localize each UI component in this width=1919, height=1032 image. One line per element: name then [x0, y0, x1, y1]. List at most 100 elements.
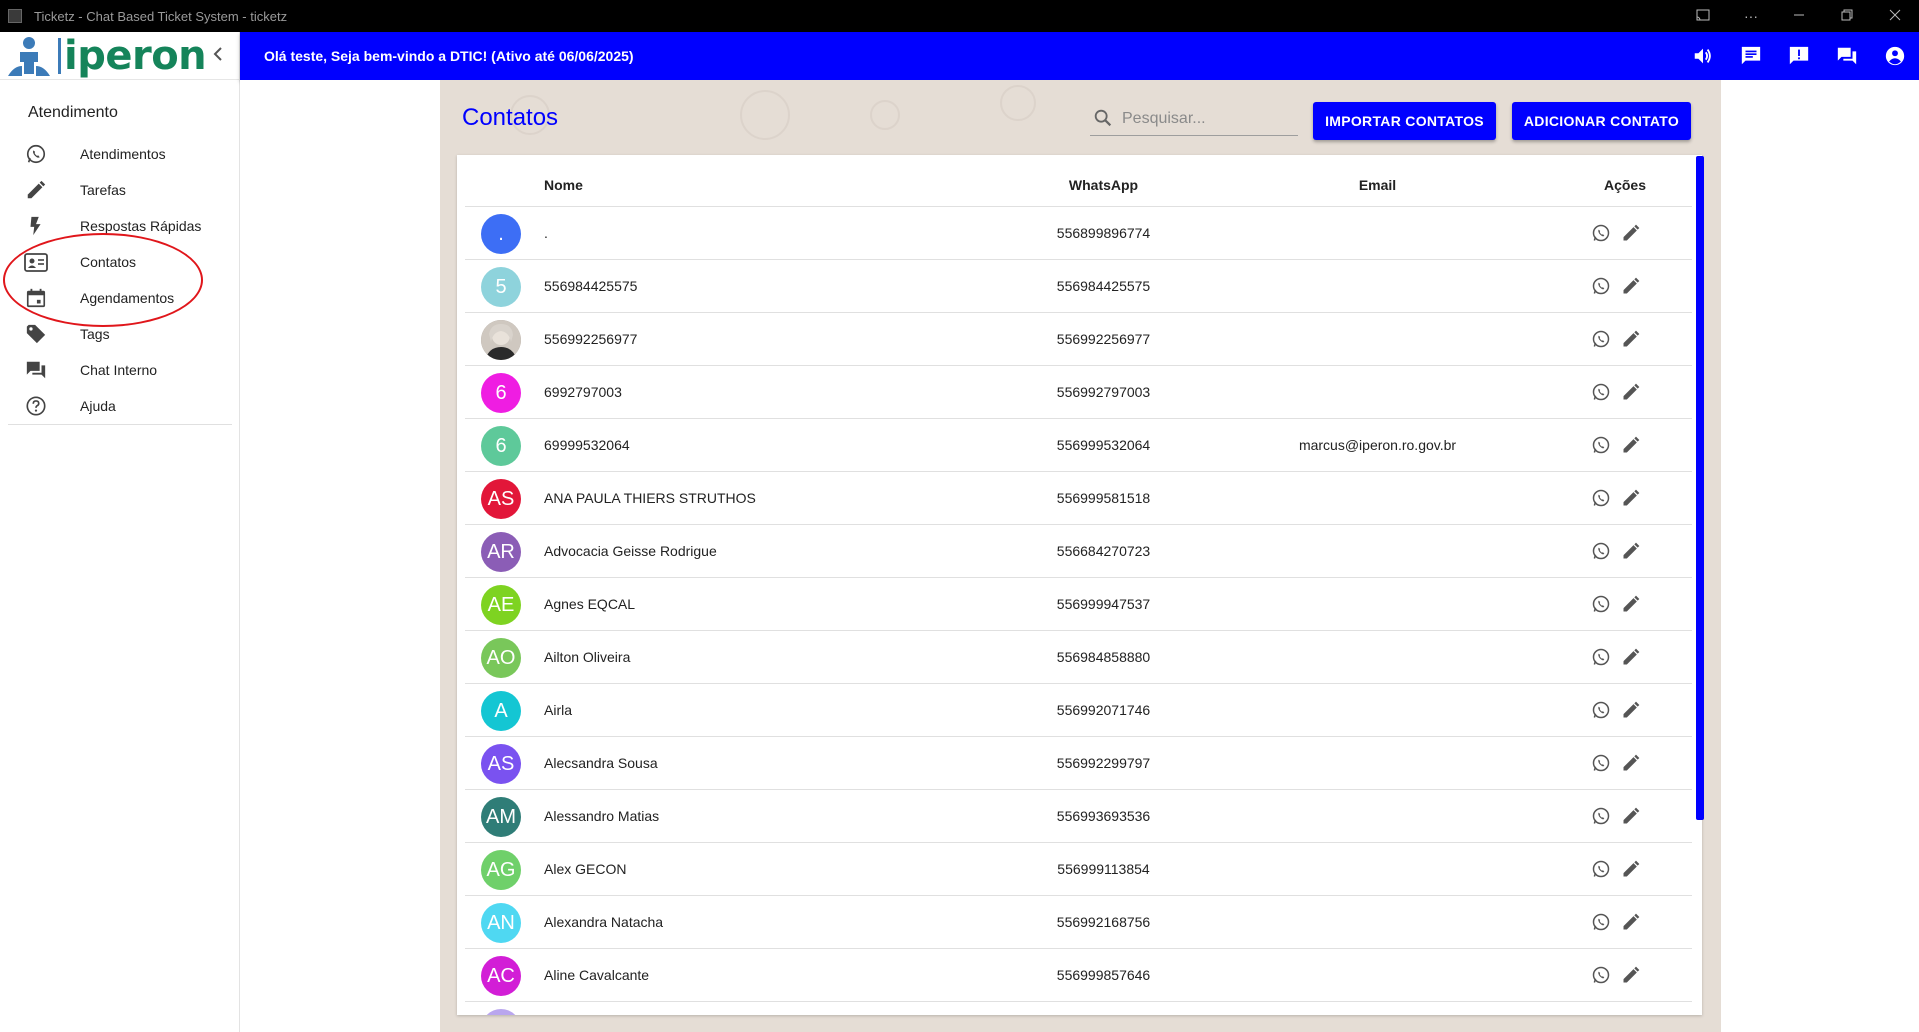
avatar: AO [481, 638, 521, 678]
sidebar-item-tags[interactable]: Tags [0, 316, 232, 352]
avatar: AR [481, 532, 521, 572]
avatar: . [481, 214, 521, 254]
greeting-text: Olá teste, Seja bem-vindo a DTIC! (Ativo… [264, 48, 634, 64]
edit-icon[interactable] [1619, 698, 1643, 722]
row-actions [1589, 327, 1643, 351]
whatsapp-icon[interactable] [1589, 539, 1613, 563]
sidebar-item-chat-interno[interactable]: Chat Interno [0, 352, 232, 388]
more-options-icon[interactable]: ··· [1727, 8, 1775, 24]
scrollbar[interactable] [1696, 156, 1704, 820]
avatar: AC [481, 956, 521, 996]
table-row[interactable]: 5 556984425575 556984425575 [465, 260, 1692, 313]
sidebar-item-label: Agendamentos [80, 290, 175, 306]
contact-name: Alex GECON [544, 861, 627, 877]
whatsapp-icon[interactable] [1589, 380, 1613, 404]
whatsapp-icon[interactable] [1589, 857, 1613, 881]
table-row[interactable]: AN Alexandra Natacha 556992168756 [465, 896, 1692, 949]
edit-icon[interactable] [1619, 433, 1643, 457]
minimize-button[interactable] [1775, 8, 1823, 24]
sidebar-item-label: Tags [80, 326, 110, 342]
edit-icon[interactable] [1619, 645, 1643, 669]
edit-icon[interactable] [1619, 539, 1643, 563]
edit-icon[interactable] [1619, 274, 1643, 298]
table-row[interactable]: AE Agnes EQCAL 556999947537 [465, 578, 1692, 631]
sidebar-item-agendamentos[interactable]: Agendamentos [0, 280, 232, 316]
row-actions [1589, 751, 1643, 775]
table-row[interactable]: .. 556899896774 [465, 207, 1692, 260]
edit-icon[interactable] [1619, 751, 1643, 775]
add-contact-button[interactable]: ADICIONAR CONTATO [1512, 102, 1691, 140]
edit-icon[interactable] [1619, 221, 1643, 245]
table-row[interactable]: 6 6992797003 556992797003 [465, 366, 1692, 419]
table-row[interactable]: 556992256977 556992256977 [465, 313, 1692, 366]
collapse-sidebar-button[interactable] [206, 44, 230, 68]
header-whatsapp: WhatsApp [1068, 176, 1139, 193]
table-row[interactable]: 6 69999532064 556999532064 marcus@iperon.ro… [465, 419, 1692, 472]
contact-whatsapp: 556992071746 [1056, 702, 1151, 718]
edit-icon[interactable] [1619, 857, 1643, 881]
sidebar-item-respostas-rapidas[interactable]: Respostas Rápidas [0, 208, 232, 244]
table-row[interactable]: AS ANA PAULA THIERS STRUTHOS 556999581518 [465, 472, 1692, 525]
whatsapp-icon[interactable] [1589, 274, 1613, 298]
volume-icon[interactable] [1679, 32, 1727, 80]
search-box[interactable] [1090, 102, 1298, 136]
table-row[interactable]: AM Alessandro Matias 556993693536 [465, 790, 1692, 843]
contact-whatsapp: 556999947537 [1056, 596, 1151, 612]
background-doodle [870, 100, 900, 130]
whatsapp-icon[interactable] [1589, 698, 1613, 722]
whatsapp-icon [24, 142, 48, 166]
announcement-icon[interactable] [1775, 32, 1823, 80]
contact-name: 556984425575 [544, 278, 638, 294]
whatsapp-icon[interactable] [1589, 592, 1613, 616]
table-row[interactable]: AG Alex GECON 556999113854 [465, 843, 1692, 896]
table-row[interactable]: AO Ailton Oliveira 556984858880 [465, 631, 1692, 684]
table-row[interactable]: AS Alecsandra Sousa 556992299797 [465, 737, 1692, 790]
sidebar-item-ajuda[interactable]: Ajuda [0, 388, 232, 424]
whatsapp-icon[interactable] [1589, 327, 1613, 351]
whatsapp-icon[interactable] [1589, 433, 1613, 457]
close-button[interactable] [1871, 8, 1919, 24]
table-row[interactable]: AC Aline Cavalcante 556999857646 [465, 949, 1692, 1002]
edit-icon[interactable] [1619, 804, 1643, 828]
row-actions [1589, 274, 1643, 298]
whatsapp-icon[interactable] [1589, 645, 1613, 669]
app-bar: Olá teste, Seja bem-vindo a DTIC! (Ativo… [240, 32, 1919, 80]
row-actions [1589, 804, 1643, 828]
forum-icon[interactable] [1823, 32, 1871, 80]
row-actions [1589, 380, 1643, 404]
whatsapp-icon[interactable] [1589, 221, 1613, 245]
edit-icon[interactable] [1619, 910, 1643, 934]
chat-icon[interactable] [1727, 32, 1775, 80]
whatsapp-icon[interactable] [1589, 751, 1613, 775]
sidebar-item-atendimentos[interactable]: Atendimentos [0, 136, 232, 172]
avatar: 5 [481, 267, 521, 307]
contact-name: Alecsandra Sousa [544, 755, 658, 771]
whatsapp-icon[interactable] [1589, 963, 1613, 987]
logo-text: iperon [64, 33, 207, 79]
whatsapp-icon[interactable] [1589, 804, 1613, 828]
account-icon[interactable] [1871, 32, 1919, 80]
table-row[interactable] [465, 1002, 1692, 1015]
edit-icon[interactable] [1619, 327, 1643, 351]
edit-icon[interactable] [1619, 592, 1643, 616]
edit-icon[interactable] [1619, 486, 1643, 510]
section-title: Atendimento [28, 104, 118, 121]
help-icon [24, 394, 48, 418]
whatsapp-icon[interactable] [1589, 910, 1613, 934]
avatar-photo [481, 320, 521, 360]
import-contacts-button[interactable]: IMPORTAR CONTATOS [1313, 102, 1496, 140]
cast-icon[interactable] [1679, 8, 1727, 25]
whatsapp-icon[interactable] [1589, 486, 1613, 510]
sidebar-item-tarefas[interactable]: Tarefas [0, 172, 232, 208]
table-row[interactable]: AR Advocacia Geisse Rodrigue 556684270723 [465, 525, 1692, 578]
table-row[interactable]: A Airla 556992071746 [465, 684, 1692, 737]
edit-icon[interactable] [1619, 963, 1643, 987]
edit-icon[interactable] [1619, 380, 1643, 404]
sidebar-item-contatos[interactable]: Contatos [0, 244, 232, 280]
avatar: AS [481, 479, 521, 519]
row-actions [1589, 645, 1643, 669]
restore-button[interactable] [1823, 8, 1871, 24]
contact-whatsapp: 556999581518 [1056, 490, 1151, 506]
search-input[interactable] [1122, 109, 1292, 128]
avatar: AM [481, 797, 521, 837]
